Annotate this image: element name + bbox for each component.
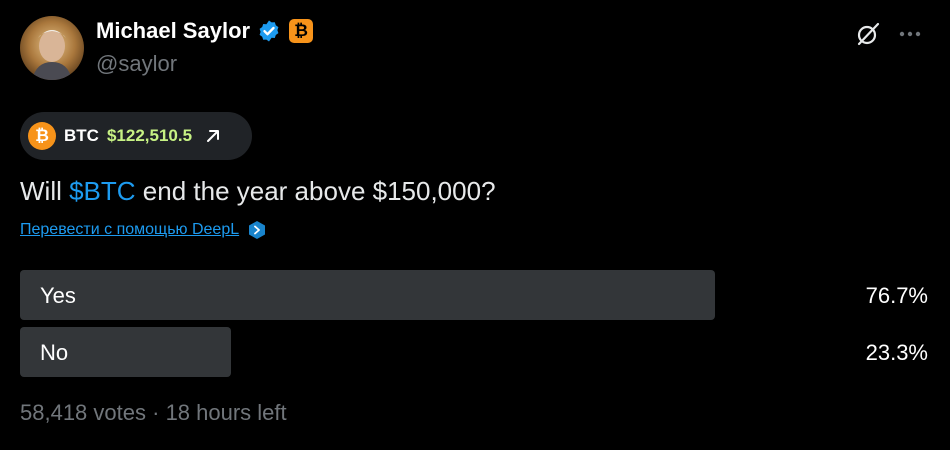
ticker-symbol: BTC <box>64 126 99 145</box>
poll-bar-yes <box>20 270 715 320</box>
post-text-prefix: Will <box>20 176 70 206</box>
poll-meta: 58,418 votes · 18 hours left <box>20 400 287 426</box>
poll-option-percent: 76.7% <box>865 283 928 308</box>
more-icon[interactable] <box>896 20 924 48</box>
bitcoin-badge-icon: ₿ <box>289 19 314 43</box>
poll-time-left: 18 hours left <box>165 400 287 425</box>
poll-option-label: No <box>40 340 69 365</box>
poll-option-no: No 23.3% <box>20 327 928 377</box>
bitcoin-coin-icon: ₿ <box>28 122 56 150</box>
grok-icon[interactable] <box>854 20 882 48</box>
author-handle[interactable]: @saylor <box>96 51 177 77</box>
cashtag-link[interactable]: $BTC <box>69 176 135 206</box>
post-text: Will $BTC end the year above $150,000? <box>20 176 496 207</box>
author-name[interactable]: Michael Saylor <box>96 18 250 44</box>
deepl-icon <box>249 221 266 239</box>
avatar[interactable] <box>20 16 84 80</box>
poll-option-percent: 23.3% <box>865 340 928 365</box>
ticker-price: $122,510.5 <box>106 126 193 145</box>
poll-option-label: Yes <box>40 283 76 308</box>
translate-label[interactable]: Перевести с помощью DeepL <box>20 221 239 239</box>
ticker-pill[interactable]: ₿ BTC $122,510.5 <box>20 112 252 160</box>
poll-meta-separator: · <box>152 400 160 425</box>
arrow-up-right-icon <box>207 130 220 142</box>
post-text-suffix: end the year above $150,000? <box>135 176 496 206</box>
author-name-row[interactable]: Michael Saylor ₿ <box>96 18 314 44</box>
poll-option-yes: Yes 76.7% <box>20 270 928 320</box>
translate-link[interactable]: Перевести с помощью DeepL <box>20 220 267 240</box>
verified-badge-icon <box>259 20 279 42</box>
poll-votes: 58,418 votes <box>20 400 146 425</box>
